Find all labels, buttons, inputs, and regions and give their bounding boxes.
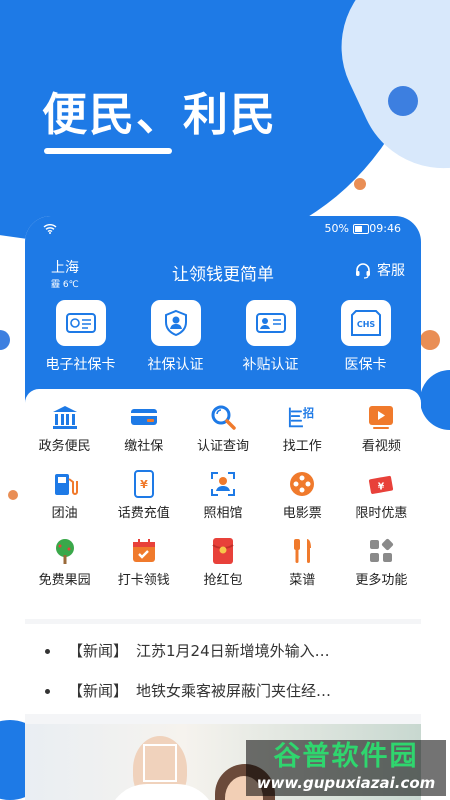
person-figure (107, 784, 217, 800)
tile-subsidy-auth[interactable]: 补贴认证 (226, 300, 316, 374)
site-watermark: 谷普软件园 www.gupuxiazai.com (246, 740, 446, 796)
chs-icon-text: CHS (356, 320, 375, 329)
film-reel-icon (288, 470, 316, 498)
magnifier-icon (209, 403, 237, 431)
grid-item-label: 抢红包 (203, 573, 243, 588)
grid-item-label: 限时优惠 (355, 506, 408, 521)
grid-item-free-orchard[interactable]: 免费果园 (25, 537, 104, 588)
grid-item-movie-ticket[interactable]: 电影票 (263, 470, 342, 521)
tile-social-auth[interactable]: 社保认证 (131, 300, 221, 374)
hero-underline (44, 148, 172, 154)
payment-card-icon (130, 403, 158, 431)
grid-item-label: 菜谱 (289, 573, 316, 588)
watermark-url: www.gupuxiazai.com (256, 774, 436, 792)
service-grid-card: 政务便民 缴社保 认证查询 招 找工作 看视频 团油 ¥ 话费充值 照相馆 电影… (25, 389, 421, 619)
decor-dot (8, 490, 18, 500)
tile-label: 社保认证 (147, 357, 204, 373)
tree-icon (51, 537, 79, 565)
status-bar: 50% 09:46 (25, 222, 421, 238)
grid-item-label: 缴社保 (124, 439, 164, 454)
grid-item-limited-offer[interactable]: ¥ 限时优惠 (342, 470, 421, 521)
decor-dot (388, 86, 418, 116)
grid-item-watch-video[interactable]: 看视频 (342, 403, 421, 454)
news-item[interactable]: 【新闻】 地铁女乘客被屏蔽门夹住经… (45, 680, 331, 701)
grid-item-auth-query[interactable]: 认证查询 (183, 403, 262, 454)
news-headline: 江苏1月24日新增境外输入… (136, 642, 330, 660)
grid-item-label: 打卡领钱 (117, 573, 170, 588)
grid-item-label: 话费充值 (117, 506, 170, 521)
watermark-title: 谷普软件园 (273, 741, 419, 772)
government-building-icon (51, 403, 79, 431)
coupon-icon: ¥ (367, 470, 395, 498)
decor-dot (420, 330, 440, 350)
red-envelope-icon (209, 537, 237, 565)
phone-recharge-icon: ¥ (130, 470, 158, 498)
battery-percent: 50% (324, 222, 349, 235)
face-scan-frame (143, 744, 177, 782)
recharge-icon-text: ¥ (140, 478, 148, 491)
news-tag: 【新闻】 (68, 682, 129, 700)
grid-item-label: 电影票 (282, 506, 322, 521)
app-header: 50% 09:46 上海 霾 6℃ 让领钱更简单 客服 电子社保卡 社保认证 补… (25, 216, 421, 411)
shield-person-icon (150, 300, 201, 346)
tile-medical-card[interactable]: CHS 医保卡 (321, 300, 411, 374)
grid-item-label: 政务便民 (38, 439, 91, 454)
grid-item-recipe[interactable]: 菜谱 (263, 537, 342, 588)
clock: 09:46 (369, 222, 401, 235)
headset-icon (356, 263, 370, 279)
grid-item-label: 找工作 (282, 439, 322, 454)
wifi-icon (43, 223, 57, 237)
grid-item-label: 照相馆 (203, 506, 243, 521)
hero-title: 便民、利民 (42, 88, 278, 141)
tile-label: 医保卡 (344, 357, 387, 373)
grid-item-pay-social[interactable]: 缴社保 (104, 403, 183, 454)
grid-item-government[interactable]: 政务便民 (25, 403, 104, 454)
grid-item-more[interactable]: 更多功能 (342, 537, 421, 588)
calendar-check-icon (130, 537, 158, 565)
decor-dot (420, 370, 450, 430)
phone-mockup: 50% 09:46 上海 霾 6℃ 让领钱更简单 客服 电子社保卡 社保认证 补… (25, 216, 421, 800)
chs-icon: CHS (340, 300, 391, 346)
grid-item-checkin-cash[interactable]: 打卡领钱 (104, 537, 183, 588)
bullet (45, 689, 50, 694)
grid-item-red-envelope[interactable]: 抢红包 (183, 537, 262, 588)
job-icon-text: 招 (303, 406, 314, 420)
more-grid-icon (367, 537, 395, 565)
fuel-pump-icon (51, 470, 79, 498)
grid-item-label: 免费果园 (38, 573, 91, 588)
job-icon: 招 (288, 403, 316, 431)
grid-item-label: 团油 (51, 506, 78, 521)
grid-item-fuel[interactable]: 团油 (25, 470, 104, 521)
tile-social-card[interactable]: 电子社保卡 (36, 300, 126, 374)
bullet (45, 649, 50, 654)
grid-item-label: 更多功能 (355, 573, 408, 588)
tile-label: 电子社保卡 (45, 357, 116, 373)
grid-item-label: 认证查询 (196, 439, 249, 454)
customer-service-button[interactable]: 客服 (354, 260, 405, 280)
id-card-icon (245, 300, 296, 346)
primary-services: 电子社保卡 社保认证 补贴认证 CHS 医保卡 (25, 300, 421, 374)
news-tag: 【新闻】 (68, 642, 129, 660)
camera-face-icon (209, 470, 237, 498)
service-grid: 政务便民 缴社保 认证查询 招 找工作 看视频 团油 ¥ 话费充值 照相馆 电影… (25, 403, 421, 588)
customer-service-label: 客服 (377, 263, 405, 279)
grid-item-phone-recharge[interactable]: ¥ 话费充值 (104, 470, 183, 521)
video-play-icon (367, 403, 395, 431)
tile-label: 补贴认证 (242, 357, 299, 373)
battery-icon (353, 224, 369, 234)
cutlery-icon (288, 537, 316, 565)
news-list: 【新闻】 江苏1月24日新增境外输入… 【新闻】 地铁女乘客被屏蔽门夹住经… (25, 624, 421, 714)
social-card-icon (55, 300, 106, 346)
coupon-icon-text: ¥ (378, 482, 385, 493)
decor-dot (0, 330, 10, 350)
grid-item-photo-studio[interactable]: 照相馆 (183, 470, 262, 521)
decor-dot (354, 178, 366, 190)
grid-item-find-job[interactable]: 招 找工作 (263, 403, 342, 454)
news-headline: 地铁女乘客被屏蔽门夹住经… (136, 682, 332, 700)
grid-item-label: 看视频 (361, 439, 401, 454)
news-item[interactable]: 【新闻】 江苏1月24日新增境外输入… (45, 640, 330, 661)
